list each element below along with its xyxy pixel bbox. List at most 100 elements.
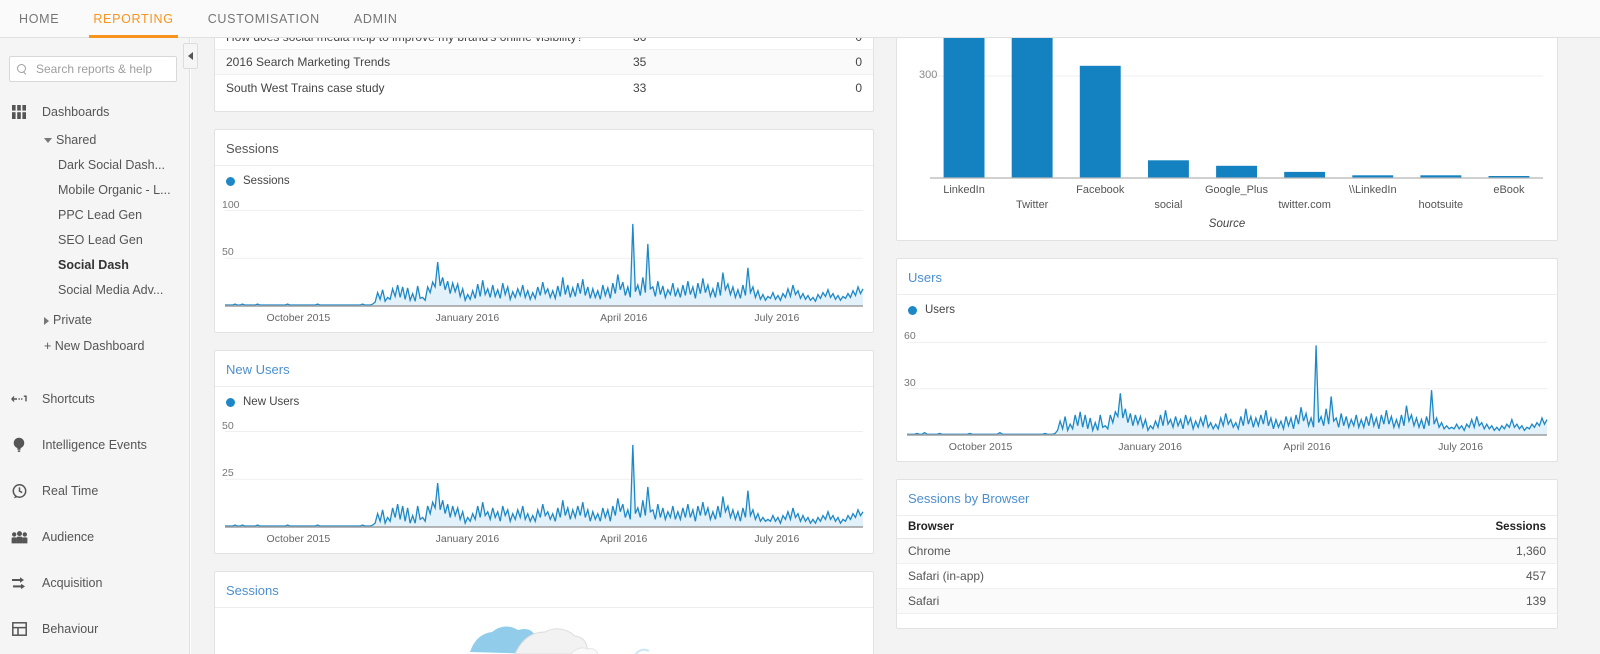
y-axis-tick-label: 100: [222, 198, 240, 211]
cell-sessions: 457: [1525, 569, 1546, 583]
search-input[interactable]: [34, 61, 174, 77]
widget-top-pages-table: How does social media help to improve my…: [214, 38, 874, 112]
table-row[interactable]: 2016 Search Marketing Trends 35 0: [215, 50, 873, 75]
sidebar-item-acquisition[interactable]: Acquisition: [0, 560, 189, 606]
shortcuts-icon: [9, 389, 29, 409]
bar-category-label: eBook: [1493, 184, 1525, 196]
cell-sessions: 139: [1525, 594, 1546, 608]
sidebar-group-shared[interactable]: Shared: [0, 128, 189, 153]
sidebar-new-dashboard[interactable]: + New Dashboard: [0, 334, 189, 359]
chevron-left-icon: [188, 52, 193, 60]
lightbulb-icon: [9, 435, 29, 455]
y-axis-tick-label: 50: [222, 419, 234, 432]
table-row[interactable]: How does social media help to improve my…: [215, 38, 873, 50]
x-axis-tick-label: July 2016: [754, 312, 800, 324]
search-box[interactable]: [9, 56, 177, 82]
sidebar-item-shortcuts[interactable]: Shortcuts: [0, 376, 189, 422]
sidebar: Dashboards Shared Dark Social Dash... Mo…: [0, 38, 198, 654]
cell-browser: Safari: [908, 594, 940, 608]
legend-dot-icon: [226, 176, 235, 186]
bar-category-label: Twitter: [1015, 199, 1049, 211]
topnav-item-customisation[interactable]: CUSTOMISATION: [208, 0, 320, 38]
sidebar-label-shortcuts: Shortcuts: [42, 392, 95, 406]
sidebar-collapse-button[interactable]: [183, 43, 198, 69]
x-axis-tick-label: April 2016: [600, 312, 648, 324]
widget-title-users[interactable]: Users: [897, 259, 1557, 295]
legend-label: Sessions: [243, 175, 290, 187]
sidebar-item-behaviour[interactable]: Behaviour: [0, 606, 189, 652]
cell-page-title: How does social media help to improve my…: [215, 38, 633, 44]
sidebar-item-real-time[interactable]: Real Time: [0, 468, 189, 514]
column-header-sessions[interactable]: Sessions: [1397, 521, 1557, 533]
cell-browser: Chrome: [908, 544, 951, 558]
map-visualization: [215, 608, 873, 654]
left-column: How does social media help to improve my…: [214, 38, 874, 654]
cell-value-2: 0: [855, 55, 862, 69]
x-axis-tick-label: October 2015: [948, 441, 1013, 453]
widget-sessions-by-browser: Sessions by Browser Browser Sessions Chr…: [896, 479, 1558, 629]
dashboard-content: How does social media help to improve my…: [191, 38, 1600, 654]
widget-title-new-users[interactable]: New Users: [215, 351, 873, 387]
sidebar-item-dashboards[interactable]: Dashboards: [0, 96, 189, 128]
chevron-down-icon: [44, 138, 52, 144]
sidebar-label-behaviour: Behaviour: [42, 622, 99, 636]
cell-sessions: 1,360: [1515, 544, 1546, 558]
x-axis-tick-label: January 2016: [435, 312, 500, 324]
shared-label: Shared: [56, 133, 97, 147]
column-header-browser[interactable]: Browser: [897, 521, 1397, 533]
topnav-item-reporting[interactable]: REPORTING: [89, 0, 179, 38]
sidebar-dashboard-mobile-organic[interactable]: Mobile Organic - L...: [0, 178, 189, 203]
cell-page-title: South West Trains case study: [226, 80, 385, 95]
widget-sessions-by-source-bar: 300 LinkedIn Twitter Facebook social Google_P…: [896, 38, 1558, 241]
people-icon: [9, 527, 29, 547]
private-label: Private: [53, 313, 92, 327]
sidebar-dashboard-ppc-lead-gen[interactable]: PPC Lead Gen: [0, 203, 189, 228]
topnav-item-home[interactable]: HOME: [19, 0, 59, 38]
sidebar-label-intelligence-events: Intelligence Events: [42, 438, 147, 452]
legend-label: Users: [925, 304, 956, 316]
y-axis-tick-label: 50: [222, 246, 234, 259]
y-axis-tick-label: 60: [904, 330, 916, 343]
table-row[interactable]: Chrome 1,360: [897, 539, 1557, 564]
topnav-item-admin[interactable]: ADMIN: [354, 0, 398, 38]
x-axis-title: Source: [1208, 218, 1246, 230]
y-axis-tick-label: 30: [904, 376, 916, 389]
sidebar-item-audience[interactable]: Audience: [0, 514, 189, 560]
widget-sessions-line: Sessions Sessions 50 100 October 2015 Janua…: [214, 129, 874, 333]
table-body: How does social media help to improve my…: [215, 38, 873, 100]
sidebar-dashboard-social-dash[interactable]: Social Dash: [0, 253, 189, 278]
widget-title-sessions[interactable]: Sessions: [215, 130, 873, 166]
x-axis-tick-label: April 2016: [600, 533, 648, 545]
layout-icon: [9, 619, 29, 639]
y-axis-tick-label: 25: [222, 467, 234, 480]
widget-title-sessions-by-browser[interactable]: Sessions by Browser: [897, 480, 1557, 516]
widget-sessions-map: Sessions: [214, 571, 874, 654]
table-row[interactable]: South West Trains case study 33 0: [215, 75, 873, 100]
bar-category-label: twitter.com: [1278, 199, 1331, 211]
sidebar-dashboard-dark-social[interactable]: Dark Social Dash...: [0, 153, 189, 178]
clock-icon: [9, 481, 29, 501]
widget-users-line: Users Users 30 60 October 2015 January 2016…: [896, 258, 1558, 462]
cell-value-2: 0: [753, 38, 873, 44]
sidebar-label-real-time: Real Time: [42, 484, 99, 498]
table-row[interactable]: Safari 139: [897, 589, 1557, 614]
bar-category-label: LinkedIn: [943, 184, 985, 196]
chart-legend: New Users: [215, 387, 873, 408]
widget-title-sessions-map[interactable]: Sessions: [215, 572, 873, 608]
cell-value-1: 33: [633, 80, 647, 95]
cell-value-1: 35: [633, 55, 647, 69]
sidebar-label-audience: Audience: [42, 530, 95, 544]
world-map-icon: [470, 626, 650, 654]
sessions-line-chart: 50 100 October 2015 January 2016 April 2016 J…: [215, 187, 873, 332]
cell-value-2: 0: [855, 80, 862, 95]
sidebar-group-private[interactable]: Private: [0, 308, 189, 333]
arrows-icon: [9, 573, 29, 593]
y-axis-tick-label: 300: [919, 69, 938, 81]
x-axis-tick-label: April 2016: [1283, 441, 1331, 453]
table-row[interactable]: Safari (in-app) 457: [897, 564, 1557, 589]
chart-legend: Sessions: [215, 166, 873, 187]
sidebar-item-intelligence-events[interactable]: Intelligence Events: [0, 422, 189, 468]
sidebar-dashboard-social-media-adv[interactable]: Social Media Adv...: [0, 278, 189, 303]
right-column: 300 LinkedIn Twitter Facebook social Google_P…: [896, 38, 1558, 646]
sidebar-dashboard-seo-lead-gen[interactable]: SEO Lead Gen: [0, 228, 189, 253]
